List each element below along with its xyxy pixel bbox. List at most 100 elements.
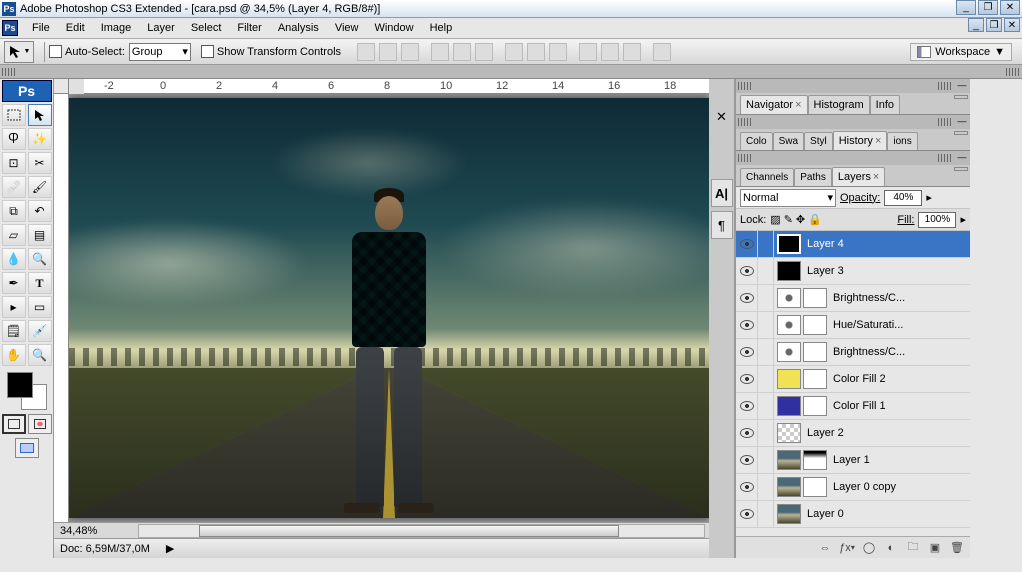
- distribute-bottoms-icon[interactable]: [549, 43, 567, 61]
- layer-visibility-toggle[interactable]: [736, 285, 758, 311]
- group-layers-icon[interactable]: 🗀: [906, 541, 920, 555]
- menu-image[interactable]: Image: [93, 19, 140, 37]
- layer-visibility-toggle[interactable]: [736, 312, 758, 338]
- layer-visibility-toggle[interactable]: [736, 501, 758, 527]
- move-tool-indicator[interactable]: ▼: [4, 41, 34, 63]
- layer-visibility-toggle[interactable]: [736, 366, 758, 392]
- panel-drag-handle[interactable]: —: [736, 79, 970, 93]
- layer-thumbnail[interactable]: [777, 342, 801, 362]
- layer-name-label[interactable]: Layer 1: [833, 454, 970, 466]
- layer-thumbnail[interactable]: [777, 315, 801, 335]
- tab-styles[interactable]: Styl: [804, 132, 833, 150]
- doc-restore-button[interactable]: ❐: [986, 18, 1002, 32]
- blur-tool[interactable]: 💧: [2, 248, 26, 270]
- tool-presets-icon[interactable]: ✕: [711, 103, 733, 131]
- layer-visibility-toggle[interactable]: [736, 231, 758, 257]
- slice-tool[interactable]: ✂: [28, 152, 52, 174]
- layer-name-label[interactable]: Brightness/C...: [833, 292, 970, 304]
- zoom-tool[interactable]: 🔍: [28, 344, 52, 366]
- canvas-viewport[interactable]: [69, 94, 709, 522]
- layer-thumbnail[interactable]: [777, 261, 801, 281]
- layers-list[interactable]: Layer 4 Layer 3 Brightness/C... Hue/Saturat…: [736, 231, 970, 536]
- tab-histogram[interactable]: Histogram: [808, 95, 870, 114]
- layer-thumbnail[interactable]: [777, 288, 801, 308]
- layer-name-label[interactable]: Brightness/C...: [833, 346, 970, 358]
- align-bottom-icon[interactable]: [401, 43, 419, 61]
- layer-row[interactable]: Layer 1: [736, 447, 970, 474]
- layer-thumbnail[interactable]: [803, 288, 827, 308]
- path-selection-tool[interactable]: ▸: [2, 296, 26, 318]
- adjustment-layer-icon[interactable]: ◐: [884, 541, 898, 555]
- layer-name-label[interactable]: Color Fill 1: [833, 400, 970, 412]
- notes-tool[interactable]: 🗒: [2, 320, 26, 342]
- layer-name-label[interactable]: Layer 4: [807, 238, 970, 250]
- horizontal-scrollbar[interactable]: 34,48%: [54, 522, 709, 538]
- layer-name-label[interactable]: Hue/Saturati...: [833, 319, 970, 331]
- fill-flyout-icon[interactable]: ▸: [960, 213, 966, 226]
- layer-thumbnail[interactable]: [777, 396, 801, 416]
- layer-thumbnail[interactable]: [803, 477, 827, 497]
- tab-swatches[interactable]: Swa: [773, 132, 804, 150]
- layer-name-label[interactable]: Layer 0 copy: [833, 481, 970, 493]
- tab-layers[interactable]: Layers×: [832, 167, 885, 186]
- screen-mode-button[interactable]: [15, 438, 39, 458]
- menu-analysis[interactable]: Analysis: [270, 19, 327, 37]
- gradient-tool[interactable]: ▤: [28, 224, 52, 246]
- menu-filter[interactable]: Filter: [229, 19, 269, 37]
- layer-thumbnail[interactable]: [777, 504, 801, 524]
- align-hcenter-icon[interactable]: [453, 43, 471, 61]
- menu-file[interactable]: File: [24, 19, 58, 37]
- align-top-icon[interactable]: [357, 43, 375, 61]
- distribute-lefts-icon[interactable]: [579, 43, 597, 61]
- history-brush-tool[interactable]: ↶: [28, 200, 52, 222]
- shape-tool[interactable]: ▭: [28, 296, 52, 318]
- layer-row[interactable]: Hue/Saturati...: [736, 312, 970, 339]
- distribute-hcenters-icon[interactable]: [601, 43, 619, 61]
- tab-navigator[interactable]: Navigator×: [740, 95, 808, 114]
- layer-row[interactable]: Layer 2: [736, 420, 970, 447]
- layer-name-label[interactable]: Layer 2: [807, 427, 970, 439]
- layer-visibility-toggle[interactable]: [736, 474, 758, 500]
- layer-row[interactable]: Color Fill 1: [736, 393, 970, 420]
- lock-all-icon[interactable]: 🔒: [808, 213, 822, 226]
- lock-position-icon[interactable]: ✥: [796, 213, 805, 226]
- status-arrow-icon[interactable]: ▶: [166, 542, 174, 555]
- align-left-icon[interactable]: [431, 43, 449, 61]
- layer-thumbnail[interactable]: [803, 315, 827, 335]
- paragraph-icon[interactable]: ¶: [711, 211, 733, 239]
- menu-select[interactable]: Select: [183, 19, 230, 37]
- crop-tool[interactable]: ⊡: [2, 152, 26, 174]
- new-layer-icon[interactable]: ▣: [928, 541, 942, 555]
- panel-drag-handle[interactable]: —: [736, 115, 970, 129]
- opacity-field[interactable]: 40%: [884, 190, 922, 206]
- opacity-flyout-icon[interactable]: ▸: [926, 191, 932, 204]
- type-tool[interactable]: T: [28, 272, 52, 294]
- window-close-button[interactable]: ✕: [1000, 0, 1020, 15]
- window-restore-button[interactable]: ❐: [978, 0, 998, 15]
- menu-edit[interactable]: Edit: [58, 19, 93, 37]
- layer-mask-icon[interactable]: ◯: [862, 541, 876, 555]
- layer-visibility-toggle[interactable]: [736, 393, 758, 419]
- lock-transparency-icon[interactable]: ▨: [770, 213, 780, 226]
- menu-window[interactable]: Window: [366, 19, 421, 37]
- layer-thumbnail[interactable]: [777, 423, 801, 443]
- layer-name-label[interactable]: Layer 0: [807, 508, 970, 520]
- layer-row[interactable]: Layer 4: [736, 231, 970, 258]
- layer-visibility-toggle[interactable]: [736, 339, 758, 365]
- layer-row[interactable]: Brightness/C...: [736, 339, 970, 366]
- layer-row[interactable]: Layer 0 copy: [736, 474, 970, 501]
- layer-thumbnail[interactable]: [803, 369, 827, 389]
- tab-history[interactable]: History×: [833, 131, 888, 150]
- layer-row[interactable]: Color Fill 2: [736, 366, 970, 393]
- menu-view[interactable]: View: [327, 19, 367, 37]
- layer-row[interactable]: Layer 3: [736, 258, 970, 285]
- layer-thumbnail[interactable]: [803, 396, 827, 416]
- color-swatches[interactable]: [7, 372, 47, 410]
- auto-select-dropdown[interactable]: Group▾: [129, 43, 191, 61]
- layer-row[interactable]: Brightness/C...: [736, 285, 970, 312]
- eyedropper-tool[interactable]: 💉: [28, 320, 52, 342]
- distribute-rights-icon[interactable]: [623, 43, 641, 61]
- tab-color[interactable]: Colo: [740, 132, 773, 150]
- align-vcenter-icon[interactable]: [379, 43, 397, 61]
- auto-select-checkbox[interactable]: [49, 45, 62, 58]
